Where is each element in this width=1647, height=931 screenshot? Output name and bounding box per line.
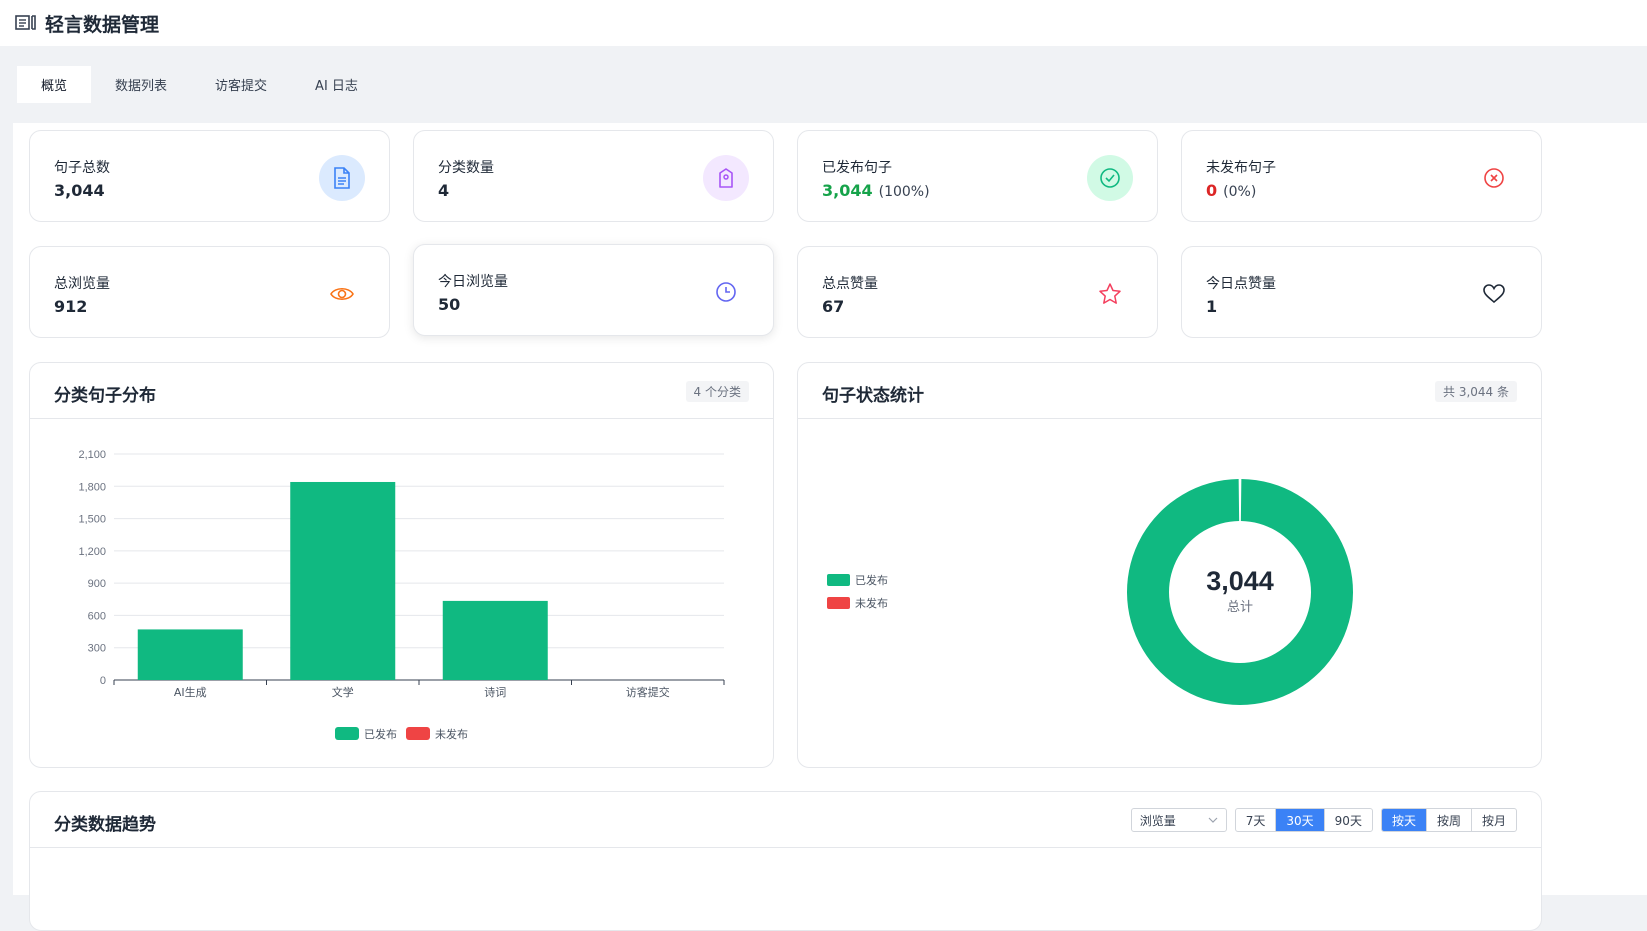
app-title: 轻言数据管理 [45, 13, 160, 36]
stat-value: 67 [822, 297, 844, 316]
stat-value: 0 (0%) [1206, 181, 1256, 200]
stat-label: 分类数量 [438, 160, 494, 176]
metric-select-value: 浏览量 [1139, 813, 1176, 828]
stat-value: 50 [438, 295, 460, 314]
range-button-group: 7天 30天 90天 [1234, 808, 1373, 832]
y-tick-label: 900 [88, 578, 106, 590]
y-tick-label: 1,200 [78, 546, 106, 558]
tab-label: 数据列表 [115, 79, 168, 94]
metric-select[interactable]: 浏览量 [1130, 808, 1227, 832]
legend-swatch [827, 574, 850, 586]
x-tick-label: AI生成 [174, 685, 207, 699]
status-statistics-panel: 句子状态统计 共 3,044 条 已发布 未发布 3,044 总计 [797, 362, 1542, 768]
stat-total-views: 总浏览量 912 [29, 246, 390, 338]
donut-center-label: 总计 [1227, 600, 1253, 615]
stat-unpublished: 未发布句子 0 (0%) [1181, 130, 1542, 222]
heart-icon [1471, 271, 1517, 317]
trend-panel: 分类数据趋势 浏览量 7天 30天 90天 按天 按周 按月 [29, 791, 1542, 931]
tab-overview[interactable]: 概览 [17, 66, 92, 103]
by-day-button[interactable]: 按天 [1381, 809, 1427, 831]
tab-label: 访客提交 [215, 79, 268, 94]
stat-label: 未发布句子 [1206, 160, 1276, 176]
stat-label: 今日点赞量 [1206, 276, 1276, 292]
y-tick-label: 1,500 [78, 514, 106, 526]
eye-icon [319, 271, 365, 317]
legend-swatch-published [335, 727, 359, 740]
donut-center-value: 3,044 [1206, 566, 1274, 596]
stat-number: 3,044 [822, 181, 873, 200]
stat-percent: (0%) [1223, 184, 1257, 200]
stat-value: 1 [1206, 297, 1217, 316]
stat-number: 1 [1206, 297, 1218, 316]
y-tick-label: 1,800 [78, 481, 106, 493]
bar-published [137, 629, 243, 680]
stat-value: 912 [54, 297, 87, 316]
donut-chart: 已发布未发布 3,044 总计 [827, 479, 1353, 705]
main-tabs: 概览 数据列表 访客提交 AI 日志 [17, 66, 382, 103]
stat-number: 50 [438, 295, 461, 314]
chevron-down-icon [1208, 817, 1218, 823]
star-icon [1087, 271, 1133, 317]
stat-label: 句子总数 [54, 160, 110, 176]
tab-label: AI 日志 [315, 79, 358, 94]
stat-value: 4 [438, 181, 449, 200]
y-tick-label: 2,100 [78, 449, 106, 461]
by-week-button[interactable]: 按周 [1427, 809, 1472, 831]
bar-published [290, 481, 396, 680]
y-tick-label: 300 [88, 643, 106, 655]
stat-label: 总点赞量 [822, 276, 878, 292]
stat-category-count: 分类数量 4 [413, 130, 774, 222]
top-bar: 轻言数据管理 [0, 0, 1647, 46]
stat-today-likes: 今日点赞量 1 [1181, 246, 1542, 338]
tab-label: 概览 [41, 79, 68, 94]
stat-label: 已发布句子 [822, 160, 892, 176]
by-month-button[interactable]: 按月 [1472, 809, 1516, 831]
stat-percent: (100%) [878, 184, 930, 200]
stat-number: 0 [1206, 181, 1218, 200]
stat-number: 912 [54, 297, 88, 316]
trend-controls: 浏览量 7天 30天 90天 按天 按周 按月 [1130, 808, 1517, 832]
stat-label: 总浏览量 [54, 276, 110, 292]
panel-title: 分类数据趋势 [54, 815, 156, 835]
stat-number: 4 [438, 181, 450, 200]
stat-value: 3,044 [54, 181, 105, 200]
overview-content: 句子总数 3,044 分类数量 4 已发布句子 3,044 (100%) 未发布句… [13, 123, 1647, 931]
panel-header: 分类数据趋势 浏览量 7天 30天 90天 按天 按周 按月 [30, 792, 1541, 848]
stat-value: 3,044 (100%) [822, 181, 930, 200]
granularity-button-group: 按天 按周 按月 [1380, 808, 1517, 832]
tag-icon [703, 155, 749, 201]
legend-label: 已发布 [855, 573, 888, 587]
tab-visitor-submissions[interactable]: 访客提交 [191, 66, 291, 103]
document-icon [319, 155, 365, 201]
x-tick-label: 诗词 [484, 685, 506, 699]
y-tick-label: 600 [88, 610, 106, 622]
stat-total-likes: 总点赞量 67 [797, 246, 1158, 338]
dashboard-icon [15, 15, 36, 30]
stat-label: 今日浏览量 [438, 274, 508, 290]
stat-total-sentences: 句子总数 3,044 [29, 130, 390, 222]
legend-swatch-unpublished [406, 727, 430, 740]
legend-swatch [827, 597, 850, 609]
clock-icon [703, 269, 749, 315]
legend-label: 未发布 [855, 596, 888, 610]
range-30d-button[interactable]: 30天 [1276, 809, 1325, 831]
x-tick-label: 文学 [332, 685, 354, 699]
x-circle-icon [1471, 155, 1517, 201]
stat-published: 已发布句子 3,044 (100%) [797, 130, 1158, 222]
category-distribution-panel: 分类句子分布 4 个分类 0 300 600 900 1,200 1,500 1,800 2,… [29, 362, 774, 768]
range-90d-button[interactable]: 90天 [1325, 809, 1372, 831]
legend-label: 已发布 [364, 727, 397, 741]
stat-number: 67 [822, 297, 845, 316]
y-tick-label: 0 [100, 675, 106, 687]
tab-ai-log[interactable]: AI 日志 [291, 66, 382, 103]
bar-published [442, 600, 548, 680]
stat-number: 3,044 [54, 181, 105, 200]
legend-label: 未发布 [435, 727, 468, 741]
tab-data-list[interactable]: 数据列表 [91, 66, 191, 103]
x-tick-label: 访客提交 [626, 685, 670, 699]
stat-today-views: 今日浏览量 50 [413, 244, 774, 336]
range-7d-button[interactable]: 7天 [1236, 809, 1277, 831]
check-circle-icon [1087, 155, 1133, 201]
bar-chart: 0 300 600 900 1,200 1,500 1,800 2,100 AI生成 文学 诗词 访客… [78, 449, 725, 741]
